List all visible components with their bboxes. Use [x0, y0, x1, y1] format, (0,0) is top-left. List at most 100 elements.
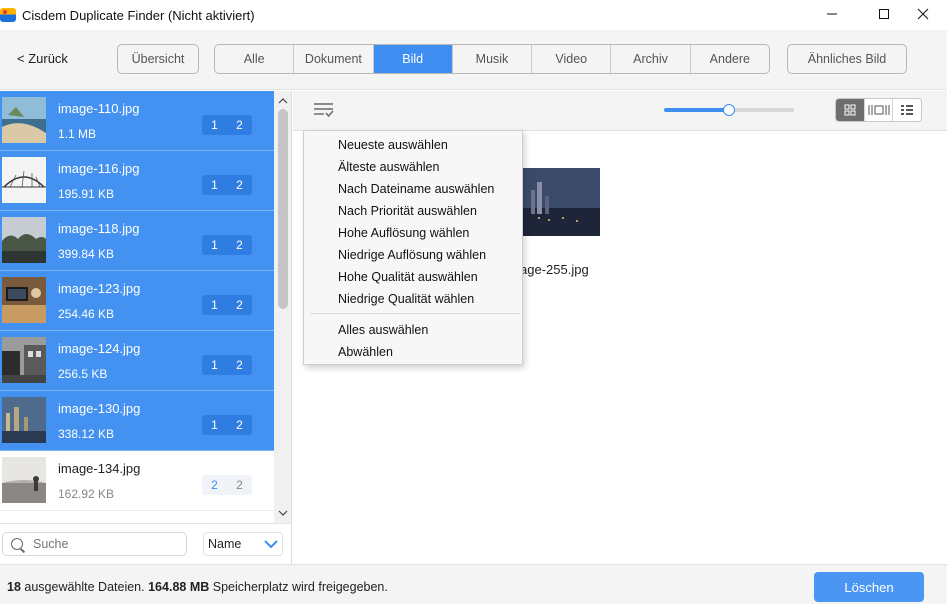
scroll-up-icon[interactable] [274, 93, 291, 109]
search-input[interactable] [33, 537, 173, 551]
duplicate-count-badge: 1 2 [202, 355, 252, 375]
sort-selected-value: Name [208, 537, 242, 551]
count-a: 1 [211, 178, 218, 192]
freed-size-label: Speicherplatz wird freigegeben. [212, 580, 388, 594]
search-icon [11, 538, 23, 550]
menu-item-high-quality[interactable]: Hohe Qualität auswählen [338, 270, 478, 284]
list-item[interactable]: image-130.jpg 338.12 KB 1 2 [0, 391, 274, 451]
count-a: 1 [211, 358, 218, 372]
list-item[interactable]: image-134.jpg 162.92 KB 2 2 [0, 451, 274, 511]
file-name: image-123.jpg [58, 281, 141, 296]
file-size: 256.5 KB [58, 367, 108, 381]
title-bar: Cisdem Duplicate Finder (Nicht aktiviert… [0, 0, 947, 30]
count-a: 2 [211, 478, 218, 492]
duplicate-count-badge: 1 2 [202, 235, 252, 255]
menu-item-high-resolution[interactable]: Hohe Auflösung wählen [338, 226, 469, 240]
duplicate-count-badge: 1 2 [202, 115, 252, 135]
search-box[interactable] [2, 532, 187, 556]
count-a: 1 [211, 418, 218, 432]
file-size: 254.46 KB [58, 307, 115, 321]
list-item[interactable]: image-116.jpg 195.91 KB 1 2 [0, 151, 274, 211]
zoom-slider-fill [664, 108, 729, 112]
thumbnail-image [2, 217, 46, 263]
list-item[interactable]: image-118.jpg 399.84 KB 1 2 [0, 211, 274, 271]
file-size: 1.1 MB [58, 127, 97, 141]
preview-file-name: age-255.jpg [520, 262, 589, 277]
list-item[interactable]: image-110.jpg 1.1 MB 1 2 [0, 91, 274, 151]
count-b: 2 [236, 478, 243, 492]
app-logo-icon [0, 8, 16, 22]
duplicate-count-badge: 1 2 [202, 415, 252, 435]
grid-view-icon[interactable] [836, 99, 865, 121]
tab-image[interactable]: Bild [373, 45, 453, 73]
selection-summary: 18 ausgewählte Dateien. 164.88 MB Speich… [7, 580, 388, 594]
zoom-slider[interactable] [664, 104, 794, 116]
zoom-slider-handle[interactable] [723, 104, 735, 116]
duplicate-file-list: image-110.jpg 1.1 MB 1 2 image-116.jpg 1… [0, 91, 292, 523]
thumbnail-image [2, 397, 46, 443]
tab-other[interactable]: Andere [691, 45, 769, 73]
tab-document[interactable]: Dokument [294, 45, 374, 73]
menu-item-newest[interactable]: Neueste auswählen [338, 138, 448, 152]
window-title: Cisdem Duplicate Finder (Nicht aktiviert… [22, 7, 255, 23]
menu-item-deselect[interactable]: Abwählen [338, 345, 393, 359]
file-size: 195.91 KB [58, 187, 115, 201]
thumbnail-image [2, 157, 46, 203]
list-item[interactable]: image-123.jpg 254.46 KB 1 2 [0, 271, 274, 331]
overview-button[interactable]: Übersicht [117, 44, 199, 74]
view-mode-switch [835, 98, 922, 122]
tab-music[interactable]: Musik [453, 45, 533, 73]
file-name: image-134.jpg [58, 461, 141, 476]
selected-count-label: ausgewählte Dateien. [24, 580, 145, 594]
count-a: 1 [211, 238, 218, 252]
file-name: image-116.jpg [58, 161, 140, 176]
top-toolbar: < Zurück Übersicht Alle Dokument Bild Mu… [0, 30, 947, 90]
preview-toolbar [293, 91, 947, 131]
duplicate-count-badge: 2 2 [202, 475, 252, 495]
file-type-tabs: Alle Dokument Bild Musik Video Archiv An… [214, 44, 770, 74]
close-window-button[interactable] [900, 0, 946, 28]
preview-thumbnail[interactable] [519, 168, 600, 236]
count-b: 2 [236, 358, 243, 372]
similar-image-button[interactable]: Ähnliches Bild [787, 44, 907, 74]
sort-select[interactable]: Name [203, 532, 283, 556]
select-options-menu: Neueste auswählen Älteste auswählen Nach… [303, 130, 523, 365]
file-size: 338.12 KB [58, 427, 115, 441]
menu-item-low-resolution[interactable]: Niedrige Auflösung wählen [338, 248, 486, 262]
menu-item-select-all[interactable]: Alles auswählen [338, 323, 428, 337]
count-b: 2 [236, 238, 243, 252]
count-a: 1 [211, 298, 218, 312]
count-a: 1 [211, 118, 218, 132]
list-view-icon[interactable] [893, 99, 921, 121]
menu-item-by-filename[interactable]: Nach Dateiname auswählen [338, 182, 494, 196]
menu-item-oldest[interactable]: Älteste auswählen [338, 160, 439, 174]
tab-archive[interactable]: Archiv [611, 45, 691, 73]
file-name: image-130.jpg [58, 401, 141, 416]
scroll-down-icon[interactable] [274, 505, 291, 521]
freed-size: 164.88 MB [148, 580, 210, 594]
file-size: 399.84 KB [58, 247, 115, 261]
delete-button[interactable]: Löschen [814, 572, 924, 602]
count-b: 2 [236, 418, 243, 432]
menu-item-low-quality[interactable]: Niedrige Qualität wählen [338, 292, 474, 306]
count-b: 2 [236, 118, 243, 132]
duplicate-count-badge: 1 2 [202, 175, 252, 195]
list-item[interactable]: image-124.jpg 256.5 KB 1 2 [0, 331, 274, 391]
file-name: image-110.jpg [58, 101, 140, 116]
back-button[interactable]: < Zurück [17, 51, 68, 66]
filmstrip-view-icon[interactable] [865, 99, 894, 121]
selected-count: 18 [7, 580, 21, 594]
list-scrollbar[interactable] [274, 91, 291, 523]
file-name: image-124.jpg [58, 341, 141, 356]
count-b: 2 [236, 298, 243, 312]
tab-video[interactable]: Video [532, 45, 612, 73]
minimize-button[interactable] [809, 0, 855, 28]
select-options-icon[interactable] [313, 102, 335, 121]
status-bar: 18 ausgewählte Dateien. 164.88 MB Speich… [0, 564, 947, 604]
thumbnail-image [2, 457, 46, 503]
tab-all[interactable]: Alle [215, 45, 295, 73]
menu-item-by-priority[interactable]: Nach Priorität auswählen [338, 204, 477, 218]
count-b: 2 [236, 178, 243, 192]
scrollbar-thumb[interactable] [278, 109, 288, 309]
menu-divider [310, 313, 520, 314]
